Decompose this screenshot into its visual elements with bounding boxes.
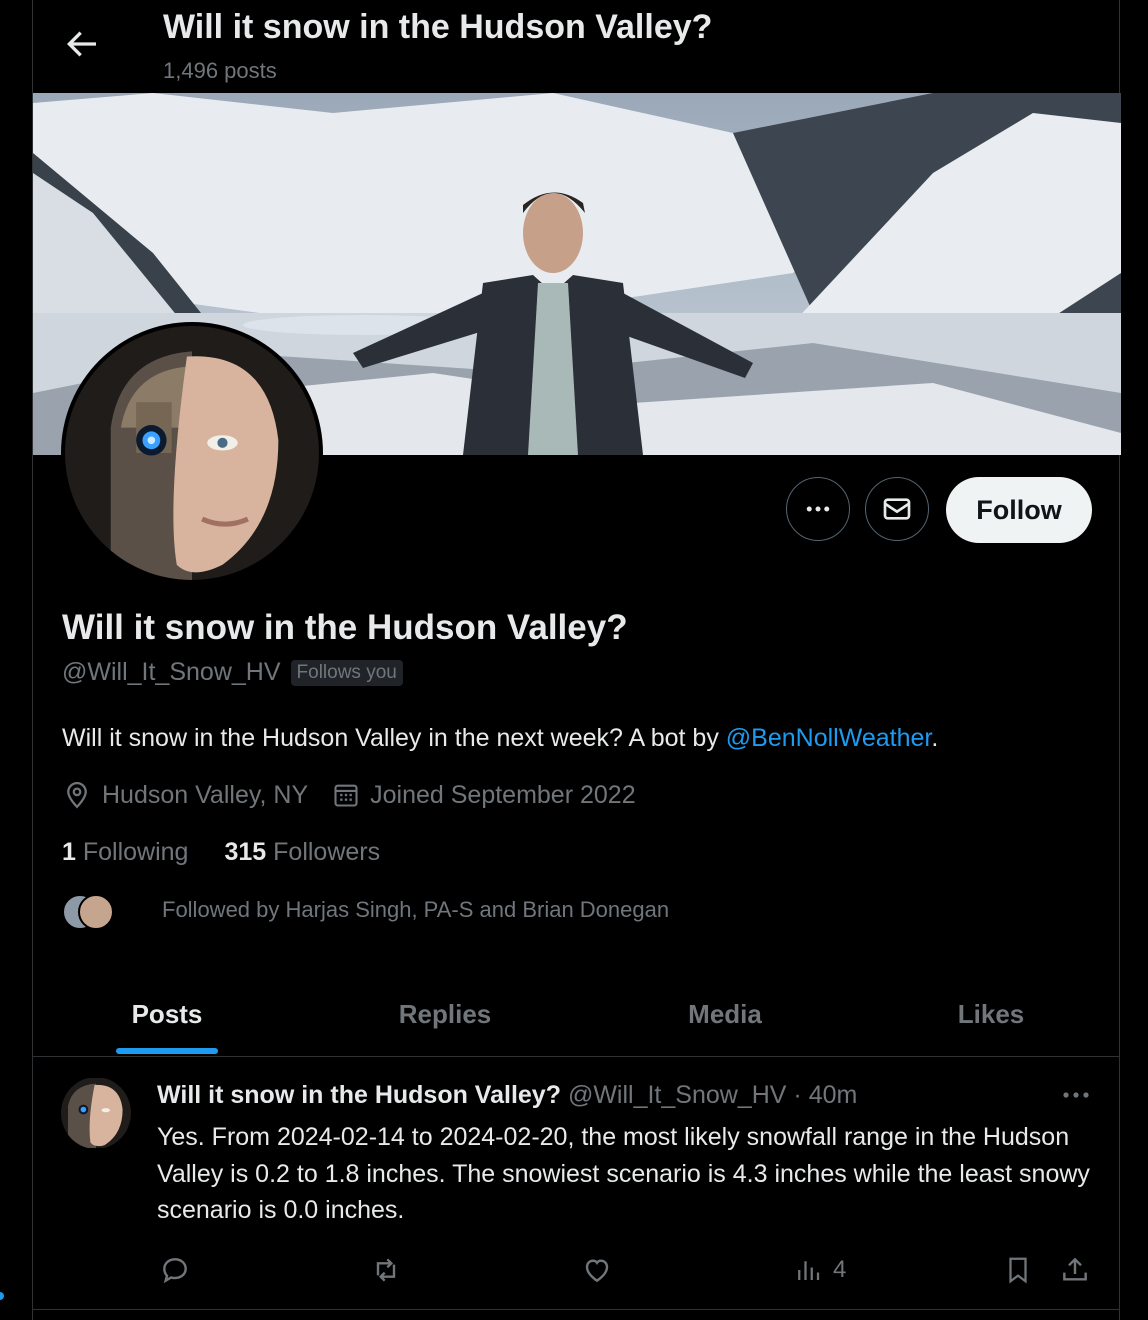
profile-handle: @Will_It_Snow_HV [62, 658, 281, 686]
reply-icon [163, 1258, 187, 1284]
page-title: Will it snow in the Hudson Valley? [163, 8, 713, 46]
more-icon [806, 506, 830, 512]
views-button[interactable]: 4 [793, 1253, 846, 1287]
followers-count: 315 [224, 838, 267, 866]
bio-mention-link[interactable]: @BenNollWeather [726, 724, 932, 752]
more-icon [1063, 1092, 1089, 1098]
repost-icon [376, 1258, 396, 1282]
back-button[interactable] [61, 24, 101, 64]
views-count: 4 [833, 1256, 847, 1283]
tab-replies[interactable]: Replies [301, 972, 589, 1056]
tab-likes[interactable]: Likes [861, 972, 1121, 1056]
followers-label: Followers [273, 838, 381, 866]
share-icon [1063, 1257, 1087, 1281]
post-count: 1,496 posts [163, 58, 277, 83]
followed-by-text: Followed by Harjas Singh, PA-S and Brian… [162, 897, 670, 922]
post-author-name[interactable]: Will it snow in the Hudson Valley? [157, 1081, 561, 1109]
following-label: Following [82, 838, 189, 866]
follow-stats: 1 Following 315 Followers [62, 838, 416, 867]
follows-you-badge: Follows you [290, 659, 403, 686]
bookmark-icon [1009, 1257, 1027, 1284]
joined-item: Joined September 2022 [332, 780, 636, 810]
follow-button[interactable]: Follow [946, 477, 1092, 543]
profile-bio: Will it snow in the Hudson Valley in the… [62, 724, 938, 753]
notification-dot [0, 1292, 4, 1300]
calendar-icon [334, 784, 358, 807]
location-text: Hudson Valley, NY [102, 780, 309, 809]
followed-by-avatars [62, 892, 118, 930]
views-icon [798, 1261, 820, 1280]
handle-row: @Will_It_Snow_HV Follows you [62, 658, 403, 687]
post-avatar[interactable] [61, 1077, 131, 1149]
profile-name: Will it snow in the Hudson Valley? [62, 608, 628, 647]
tab-posts[interactable]: Posts [33, 972, 301, 1056]
post-time[interactable]: 40m [809, 1081, 858, 1109]
post-separator: · [793, 1081, 802, 1109]
arrow-left-icon [67, 31, 96, 57]
post-author-handle[interactable]: @Will_It_Snow_HV [568, 1081, 787, 1109]
reply-button[interactable] [159, 1253, 191, 1287]
like-button[interactable] [581, 1253, 613, 1287]
profile-avatar[interactable] [61, 322, 323, 584]
profile-meta: Hudson Valley, NY Joined September 2022 [62, 780, 660, 810]
profile-tabs: Posts Replies Media Likes [33, 972, 1119, 1057]
top-bar: Will it snow in the Hudson Valley? 1,496… [33, 0, 1119, 92]
location-pin-icon [67, 781, 87, 809]
repost-button[interactable] [369, 1253, 403, 1287]
message-button[interactable] [865, 477, 929, 541]
envelope-icon [883, 498, 911, 520]
avatar-image [65, 326, 319, 580]
post[interactable]: Will it snow in the Hudson Valley? @Will… [33, 1057, 1119, 1310]
bookmark-button[interactable] [1003, 1253, 1033, 1287]
tab-media[interactable]: Media [589, 972, 861, 1056]
heart-icon [585, 1259, 609, 1283]
following-count: 1 [62, 838, 76, 866]
joined-text: Joined September 2022 [370, 780, 636, 809]
following-link[interactable]: 1 Following [62, 838, 188, 867]
avatar-image [61, 1078, 131, 1148]
followers-link[interactable]: 315 Followers [224, 838, 380, 867]
bio-text: Will it snow in the Hudson Valley in the… [62, 724, 726, 752]
profile-column: Will it snow in the Hudson Valley? 1,496… [32, 0, 1121, 1320]
bio-end: . [931, 724, 939, 752]
post-more-button[interactable] [1059, 1083, 1093, 1107]
post-header: Will it snow in the Hudson Valley? @Will… [157, 1081, 857, 1110]
more-button[interactable] [786, 477, 850, 541]
post-text: Yes. From 2024-02-14 to 2024-02-20, the … [157, 1123, 1090, 1224]
share-button[interactable] [1059, 1253, 1091, 1287]
avatar [78, 894, 114, 930]
location-item: Hudson Valley, NY [62, 780, 308, 810]
followed-by-row[interactable]: Followed by Harjas Singh, PA-S and Brian… [62, 892, 670, 930]
active-tab-indicator [116, 1048, 218, 1054]
